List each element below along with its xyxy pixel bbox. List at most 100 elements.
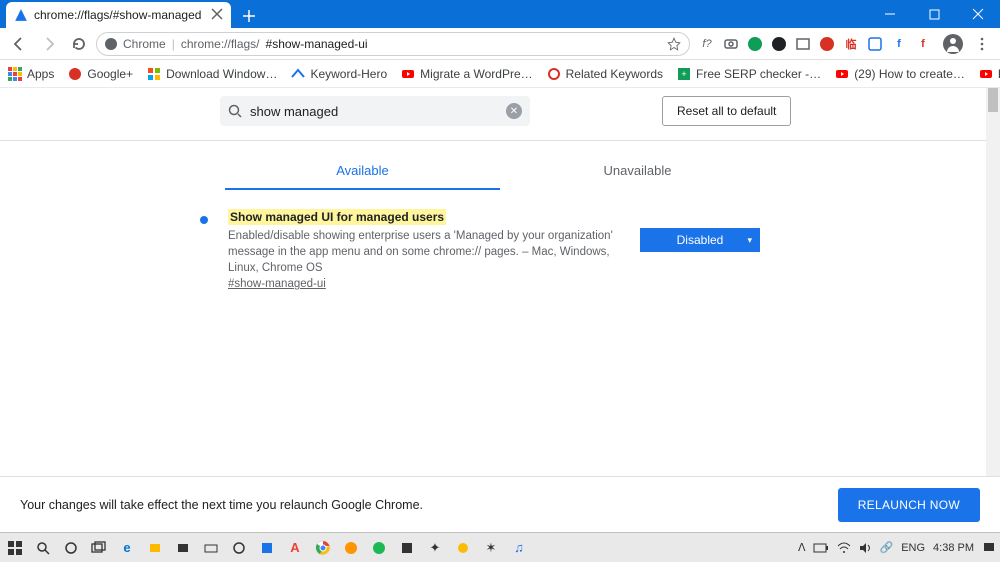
taskbar-app[interactable]: ♫ (508, 537, 530, 559)
flag-dropdown[interactable]: Disabled (640, 228, 760, 252)
ext-icon[interactable] (866, 35, 884, 53)
bookmark-item[interactable]: (29) How to create… (835, 67, 965, 81)
bookmark-label: Free SERP checker -… (696, 67, 821, 81)
taskbar-app[interactable] (200, 537, 222, 559)
tab-available[interactable]: Available (225, 153, 500, 190)
start-button[interactable] (4, 537, 26, 559)
back-button[interactable] (6, 31, 32, 57)
address-separator: | (172, 37, 175, 51)
tab-favicon (14, 8, 28, 22)
search-icon (228, 104, 242, 118)
flag-hash-link[interactable]: #show-managed-ui (228, 278, 326, 290)
taskbar-app[interactable] (340, 537, 362, 559)
wifi-icon[interactable] (837, 542, 851, 554)
taskbar-app[interactable] (144, 537, 166, 559)
maximize-button[interactable] (912, 0, 956, 28)
page-content: show managed ✕ Reset all to default Avai… (0, 88, 1000, 532)
relaunch-bar: Your changes will take effect the next t… (0, 476, 1000, 532)
taskbar-app[interactable] (256, 537, 278, 559)
ext-icon[interactable] (746, 35, 764, 53)
taskview-icon[interactable] (88, 537, 110, 559)
svg-text:+: + (681, 69, 686, 79)
taskbar-app[interactable] (228, 537, 250, 559)
taskbar-app[interactable]: ✦ (424, 537, 446, 559)
close-tab-icon[interactable] (211, 8, 223, 20)
bookmark-label: Download Window… (166, 67, 277, 81)
browser-tab[interactable]: chrome://flags/#show-managed (6, 2, 231, 28)
new-tab-button[interactable] (237, 4, 261, 28)
clock[interactable]: 4:38 PM (933, 542, 974, 554)
bookmark-label: Related Keywords (566, 67, 663, 81)
relaunch-message: Your changes will take effect the next t… (20, 498, 423, 512)
taskbar-chrome[interactable] (312, 537, 334, 559)
taskbar-app[interactable]: A (284, 537, 306, 559)
search-icon[interactable] (32, 537, 54, 559)
flag-dropdown-value: Disabled (677, 233, 724, 247)
notifications-icon[interactable] (982, 541, 996, 555)
ext-icon[interactable]: f? (698, 35, 716, 53)
bookmark-item[interactable]: Download Window… (147, 67, 277, 81)
scrollbar-thumb[interactable] (988, 88, 998, 112)
tab-title: chrome://flags/#show-managed (34, 8, 201, 22)
flag-row: Show managed UI for managed users Enable… (200, 210, 760, 290)
address-fragment: #show-managed-ui (266, 37, 368, 51)
taskbar-app[interactable]: e (116, 537, 138, 559)
flags-topbar: show managed ✕ Reset all to default (0, 88, 1000, 134)
menu-button[interactable] (970, 32, 994, 56)
taskbar-app[interactable] (368, 537, 390, 559)
flag-title: Show managed UI for managed users (228, 209, 446, 225)
ext-icon[interactable] (794, 35, 812, 53)
window-controls (868, 0, 1000, 28)
ext-icon[interactable]: 临 (842, 35, 860, 53)
bookmark-item[interactable]: Migrate a WordPre… (401, 67, 532, 81)
profile-avatar[interactable] (940, 31, 966, 57)
battery-icon[interactable] (813, 542, 829, 554)
search-input[interactable]: show managed ✕ (220, 96, 530, 126)
volume-icon[interactable] (859, 542, 871, 554)
bookmark-label: Google+ (87, 67, 133, 81)
bookmark-item[interactable]: Google+ (68, 67, 133, 81)
taskbar-app[interactable] (452, 537, 474, 559)
divider (0, 140, 1000, 141)
flags-tabs: Available Unavailable (225, 153, 775, 190)
flag-description: Enabled/disable showing enterprise users… (228, 228, 620, 276)
taskbar-app[interactable] (396, 537, 418, 559)
ext-icon[interactable] (818, 35, 836, 53)
ext-icon[interactable] (722, 35, 740, 53)
address-prefix: chrome://flags/ (181, 37, 260, 51)
apps-button[interactable]: Apps (8, 67, 54, 81)
scrollbar[interactable] (986, 88, 1000, 476)
close-window-button[interactable] (956, 0, 1000, 28)
bookmark-item[interactable]: Keyword-Hero (291, 67, 387, 81)
window-titlebar: chrome://flags/#show-managed (0, 0, 1000, 28)
forward-button[interactable] (36, 31, 62, 57)
search-value: show managed (250, 104, 498, 119)
apps-label: Apps (27, 67, 54, 81)
taskbar-app[interactable] (172, 537, 194, 559)
ext-icon[interactable]: f (890, 35, 908, 53)
bookmark-item[interactable]: Related Keywords (547, 67, 663, 81)
tray-icon[interactable]: 🔗 (879, 541, 893, 554)
cortana-icon[interactable] (60, 537, 82, 559)
bookmark-label: Keyword-Hero (310, 67, 387, 81)
minimize-button[interactable] (868, 0, 912, 28)
lang-indicator[interactable]: ENG (901, 542, 925, 554)
relaunch-button[interactable]: RELAUNCH NOW (838, 488, 980, 522)
site-info-icon[interactable] (105, 38, 117, 50)
bookmark-item[interactable]: + Free SERP checker -… (677, 67, 821, 81)
tray-overflow-icon[interactable]: ᐱ (798, 541, 806, 554)
ext-icon[interactable]: f (914, 35, 932, 53)
bookmark-item[interactable]: Hang Ups (Want Yo… (979, 67, 1000, 81)
ext-icon[interactable] (770, 35, 788, 53)
address-bar[interactable]: Chrome | chrome://flags/#show-managed-ui (96, 32, 690, 56)
flag-body: Show managed UI for managed users Enable… (228, 210, 620, 290)
bookmark-label: (29) How to create… (854, 67, 965, 81)
windows-taskbar: e A ✦ ✶ ♫ ᐱ 🔗 ENG 4:38 PM (0, 532, 1000, 562)
extension-icons: f? 临 f f (694, 35, 936, 53)
bookmark-star-icon[interactable] (667, 37, 681, 51)
tab-unavailable[interactable]: Unavailable (500, 153, 775, 190)
reset-all-button[interactable]: Reset all to default (662, 96, 791, 126)
reload-button[interactable] (66, 31, 92, 57)
taskbar-app[interactable]: ✶ (480, 537, 502, 559)
clear-search-icon[interactable]: ✕ (506, 103, 522, 119)
